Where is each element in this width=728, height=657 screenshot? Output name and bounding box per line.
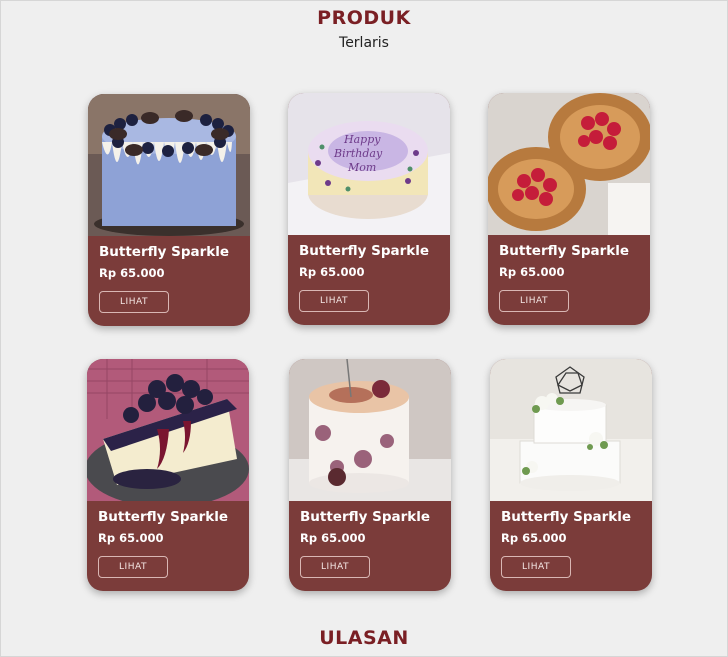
svg-text:Mom: Mom — [347, 161, 376, 174]
product-card[interactable]: Happy Birthday Mom Butterfly Sparkle Rp … — [288, 93, 450, 325]
view-product-button[interactable]: LIHAT — [300, 556, 370, 578]
svg-text:Birthday: Birthday — [333, 147, 383, 160]
product-price: Rp 65.000 — [98, 531, 164, 545]
product-price: Rp 65.000 — [299, 265, 365, 279]
view-product-button[interactable]: LIHAT — [501, 556, 571, 578]
product-card[interactable]: Butterfly Sparkle Rp 65.000 LIHAT — [488, 93, 650, 325]
reviews-section-title: ULASAN — [319, 627, 409, 649]
section-subtitle: Terlaris — [339, 35, 389, 51]
product-card[interactable]: Butterfly Sparkle Rp 65.000 LIHAT — [289, 359, 451, 591]
svg-text:Happy: Happy — [343, 133, 381, 146]
product-image-blueberry-cheesecake-slice — [87, 359, 249, 501]
product-price: Rp 65.000 — [501, 531, 567, 545]
product-name: Butterfly Sparkle — [501, 509, 632, 525]
view-product-button[interactable]: LIHAT — [99, 291, 169, 313]
product-card[interactable]: Butterfly Sparkle Rp 65.000 LIHAT — [88, 94, 250, 326]
product-card[interactable]: Butterfly Sparkle Rp 65.000 LIHAT — [87, 359, 249, 591]
product-price: Rp 65.000 — [499, 265, 565, 279]
view-product-button[interactable]: LIHAT — [98, 556, 168, 578]
section-title: PRODUK — [317, 7, 411, 29]
product-image-white-wedding-cake — [490, 359, 652, 501]
product-price: Rp 65.000 — [99, 266, 165, 280]
product-image-raspberry-danish-pastry — [488, 93, 650, 235]
product-name: Butterfly Sparkle — [300, 509, 431, 525]
view-product-button[interactable]: LIHAT — [299, 290, 369, 312]
product-name: Butterfly Sparkle — [98, 509, 229, 525]
view-product-button[interactable]: LIHAT — [499, 290, 569, 312]
product-image-blueberry-drip-cake — [88, 94, 250, 236]
product-name: Butterfly Sparkle — [99, 244, 230, 260]
product-image-happy-birthday-mom-cake: Happy Birthday Mom — [288, 93, 450, 235]
product-price: Rp 65.000 — [300, 531, 366, 545]
product-name: Butterfly Sparkle — [299, 243, 430, 259]
product-card[interactable]: Butterfly Sparkle Rp 65.000 LIHAT — [490, 359, 652, 591]
product-name: Butterfly Sparkle — [499, 243, 630, 259]
product-image-floral-mini-cake — [289, 359, 451, 501]
